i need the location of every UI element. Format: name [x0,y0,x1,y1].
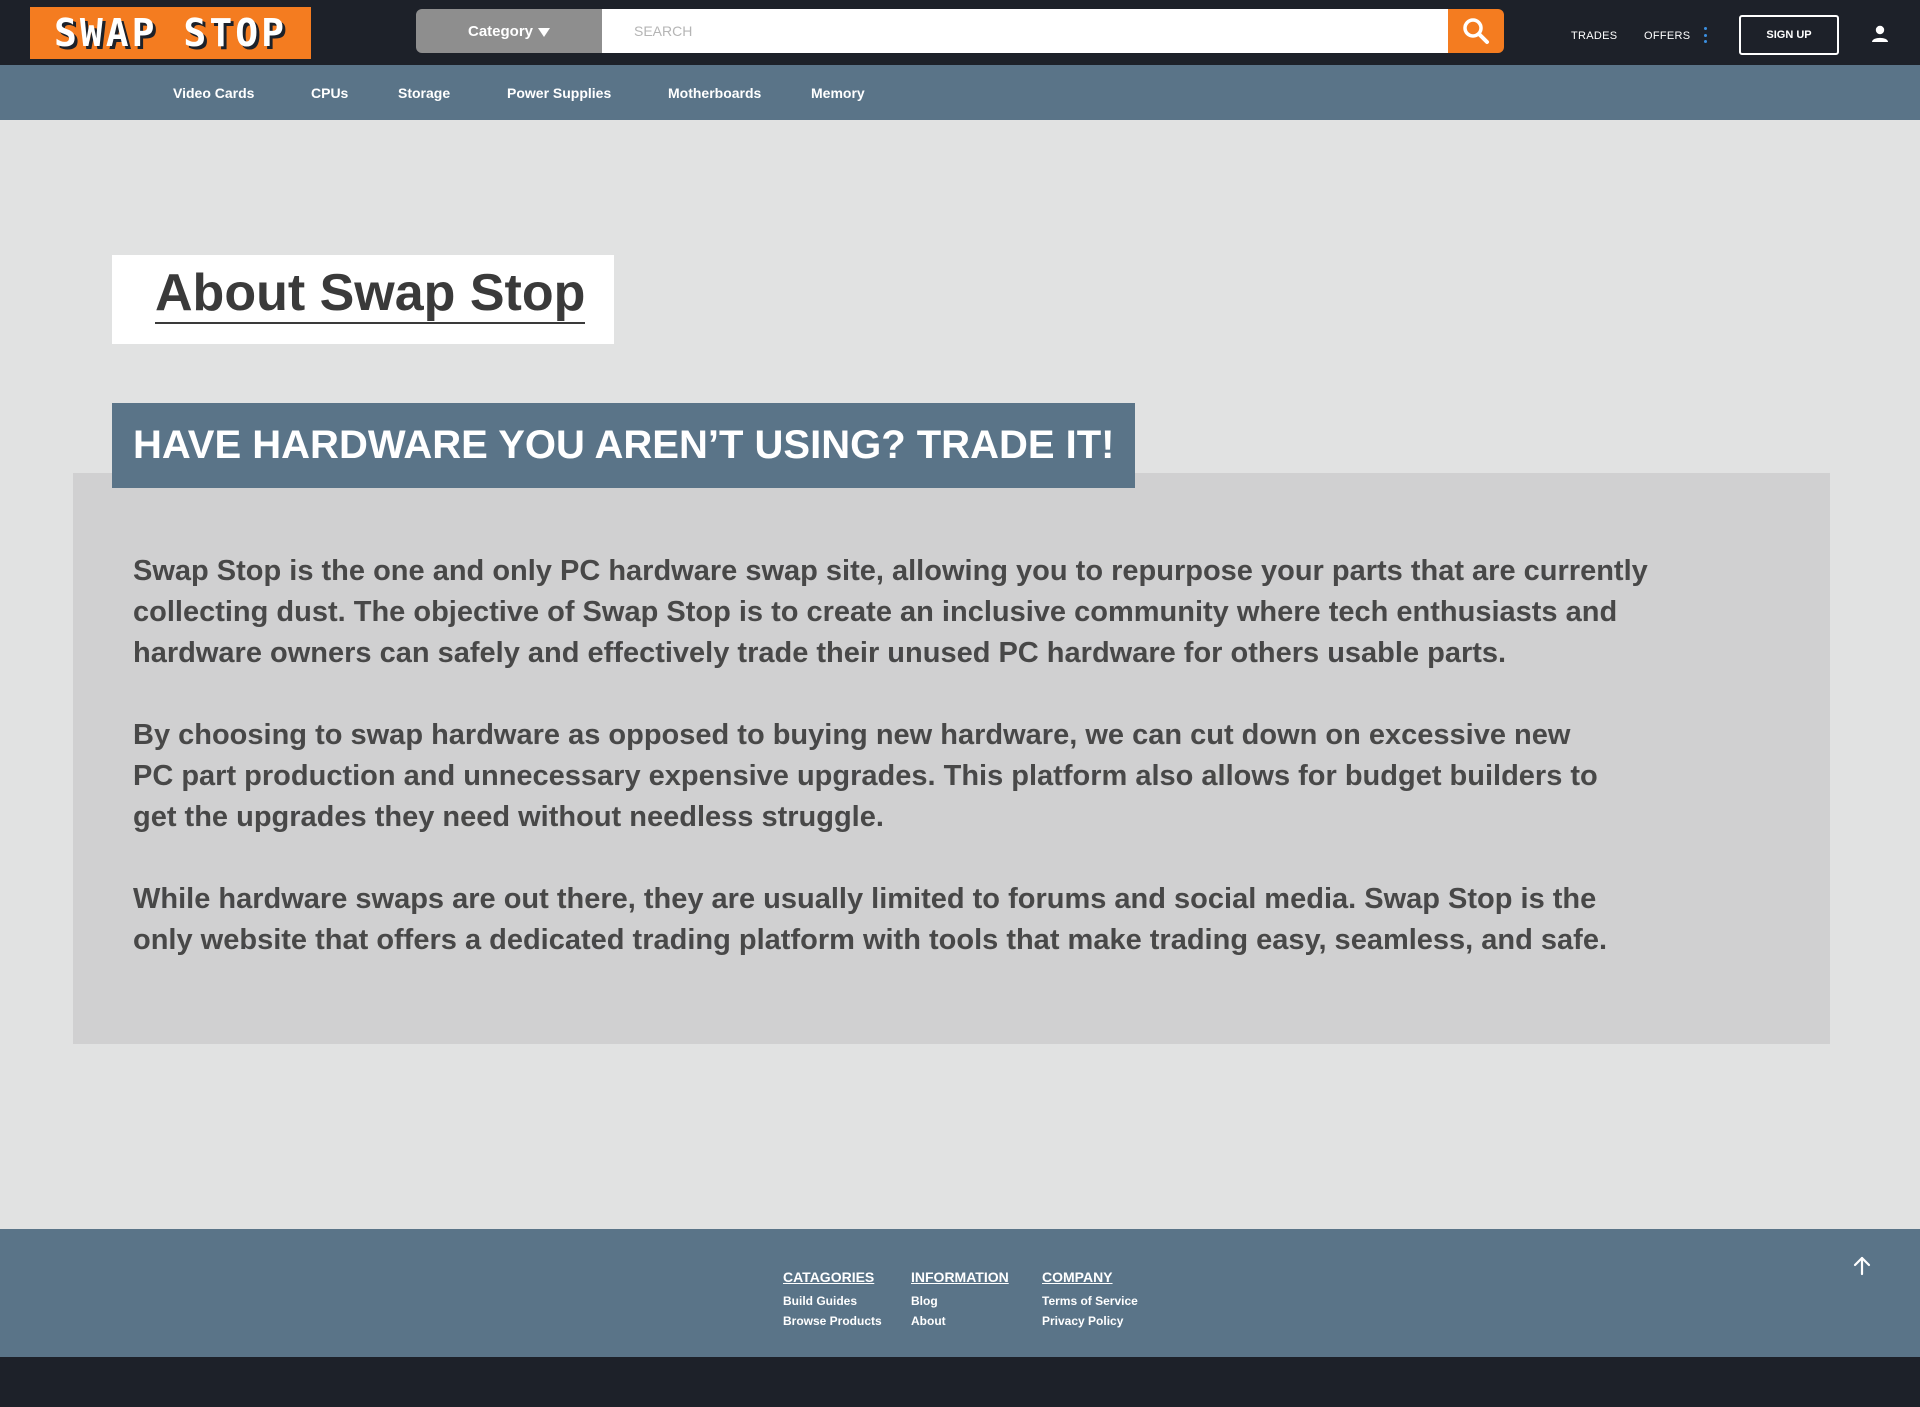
paragraph-line: collecting dust. The objective of Swap S… [133,596,1618,628]
footer-heading-information[interactable]: INFORMATION [911,1269,1009,1285]
paragraph-line: hardware owners can safely and effective… [133,637,1507,669]
footer-heading-company[interactable]: COMPANY [1042,1269,1138,1285]
footer-link-about[interactable]: About [911,1311,1009,1331]
footer-heading-categories[interactable]: CATAGORIES [783,1269,882,1285]
paragraph-line: get the upgrades they need without needl… [133,801,884,833]
catnav-item-video-cards[interactable]: Video Cards [173,85,254,101]
user-icon[interactable] [1870,24,1890,44]
footer-link-terms-of-service[interactable]: Terms of Service [1042,1291,1138,1311]
top-header: SWAP STOP Category TRADES OFFERS SIGN UP [0,0,1920,65]
footer: CATAGORIES Build Guides Browse Products … [0,1229,1920,1357]
catnav-item-storage[interactable]: Storage [398,85,450,101]
category-dropdown[interactable]: Category [416,9,602,53]
swap-stop-logo[interactable]: SWAP STOP [30,7,311,59]
sign-up-button[interactable]: SIGN UP [1739,15,1839,55]
footer-column-company: COMPANY Terms of Service Privacy Policy [1042,1269,1138,1331]
footer-column-information: INFORMATION Blog About [911,1269,1009,1331]
arrow-up-icon[interactable] [1851,1254,1873,1278]
page-title-box: About Swap Stop [112,255,614,344]
about-paragraph-2: By choosing to swap hardware as opposed … [133,715,1733,838]
kebab-menu-icon[interactable] [1704,27,1708,43]
page-title: About Swap Stop [155,264,586,325]
catnav-item-power-supplies[interactable]: Power Supplies [507,85,611,101]
bottom-bar [0,1357,1920,1407]
logo-text: SWAP STOP [54,11,287,55]
banner: HAVE HARDWARE YOU AREN’T USING? TRADE IT… [112,403,1135,488]
caret-down-icon [538,27,551,37]
catnav-item-motherboards[interactable]: Motherboards [668,85,761,101]
search-icon [1463,18,1489,44]
banner-heading: HAVE HARDWARE YOU AREN’T USING? TRADE IT… [133,423,1115,467]
paragraph-line: Swap Stop is the one and only PC hardwar… [133,555,1648,587]
footer-column-categories: CATAGORIES Build Guides Browse Products [783,1269,882,1331]
nav-trades-link[interactable]: TRADES [1571,30,1617,42]
catnav-item-memory[interactable]: Memory [811,85,865,101]
paragraph-line: While hardware swaps are out there, they… [133,883,1597,915]
category-dropdown-label: Category [467,22,534,40]
paragraph-line: PC part production and unnecessary expen… [133,760,1598,792]
paragraph-line: By choosing to swap hardware as opposed … [133,719,1571,751]
about-paragraph-1: Swap Stop is the one and only PC hardwar… [133,551,1733,674]
search-input[interactable] [602,9,1448,53]
footer-link-browse-products[interactable]: Browse Products [783,1311,882,1331]
footer-link-privacy-policy[interactable]: Privacy Policy [1042,1311,1138,1331]
paragraph-line: only website that offers a dedicated tra… [133,924,1608,956]
search-bar: Category [416,9,1504,53]
about-paragraph-3: While hardware swaps are out there, they… [133,879,1733,961]
search-button[interactable] [1448,9,1504,53]
nav-offers-link[interactable]: OFFERS [1644,30,1690,42]
catnav-item-cpus[interactable]: CPUs [311,85,348,101]
footer-link-build-guides[interactable]: Build Guides [783,1291,882,1311]
category-nav: Video Cards CPUs Storage Power Supplies … [0,65,1920,120]
footer-link-blog[interactable]: Blog [911,1291,1009,1311]
